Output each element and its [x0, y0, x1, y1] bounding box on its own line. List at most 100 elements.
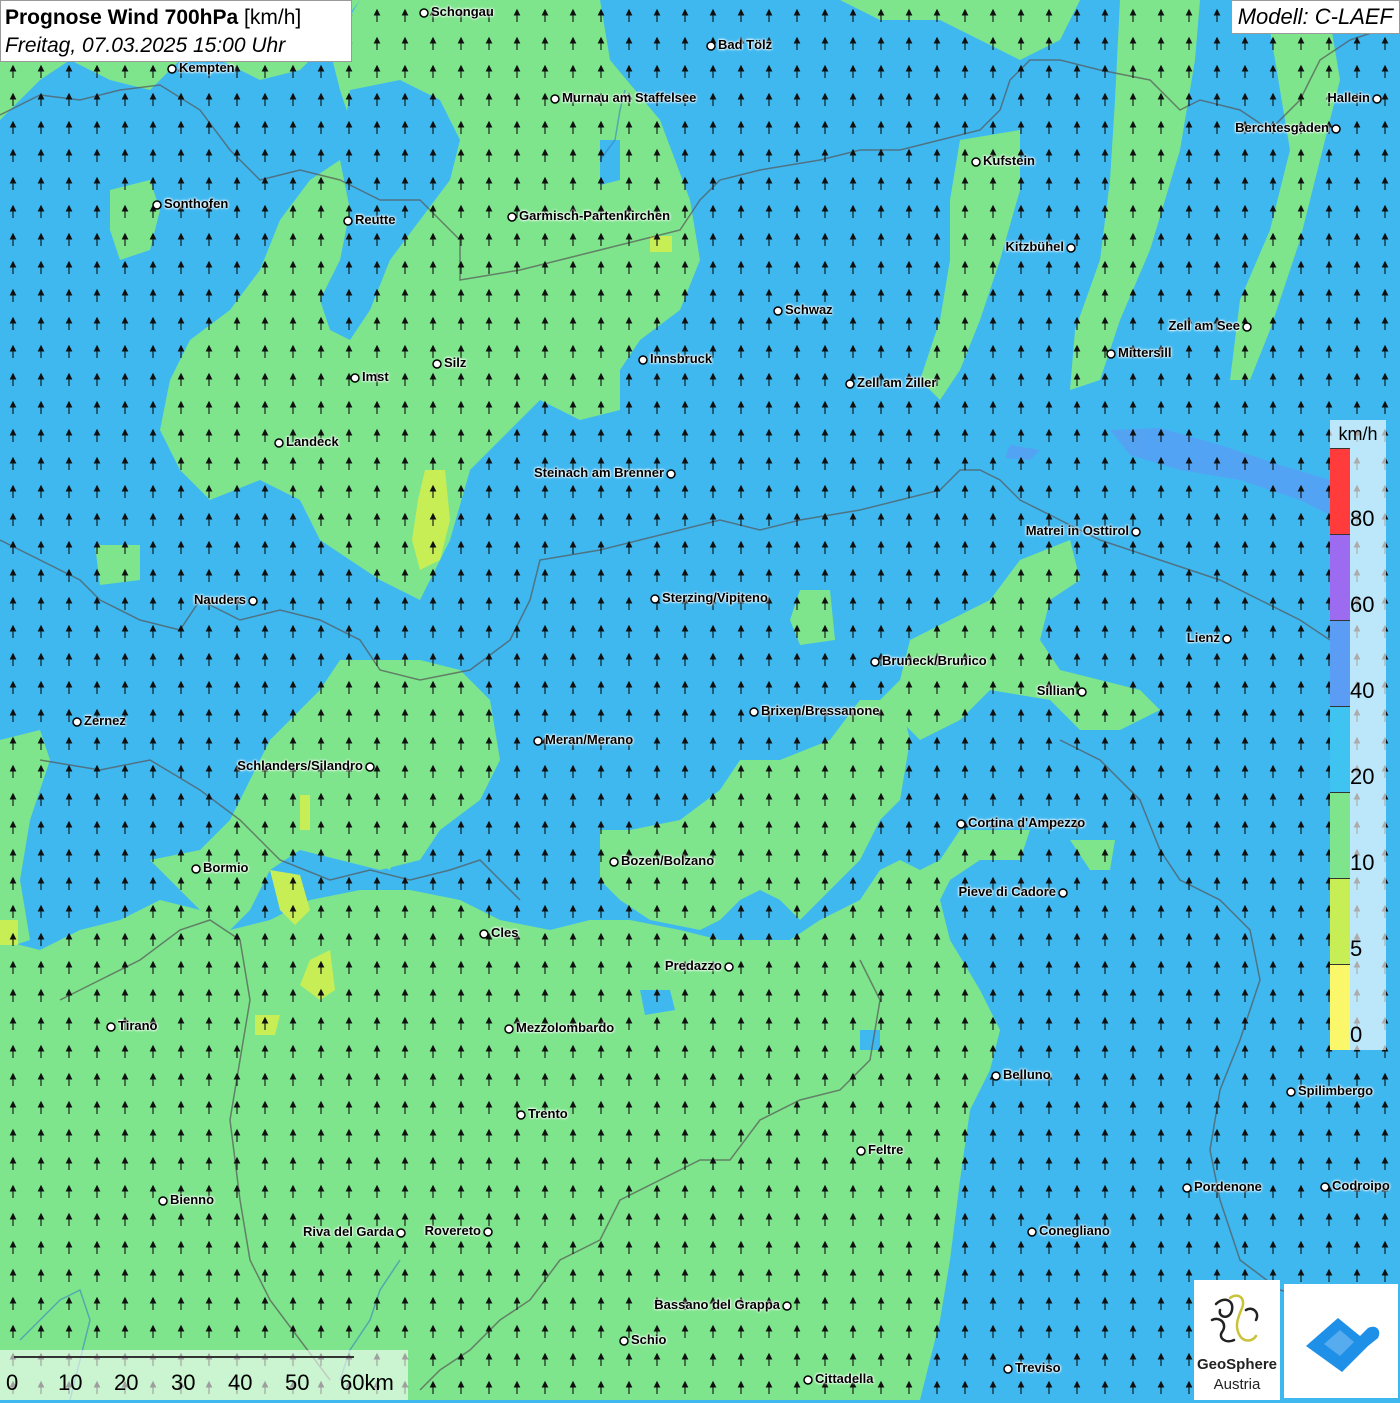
city-marker [749, 707, 759, 717]
city-label: Zell am See [1168, 318, 1240, 333]
map-title: Prognose Wind 700hPa [km/h] [5, 4, 347, 32]
scale-tick-label: 30 [171, 1370, 196, 1395]
city-marker [1131, 527, 1141, 537]
legend-color-step [1330, 534, 1350, 620]
city-marker [1058, 888, 1068, 898]
city-label: Belluno [1003, 1067, 1051, 1082]
city-marker [724, 962, 734, 972]
city-marker [650, 594, 660, 604]
city-marker [248, 596, 258, 606]
city-marker [1242, 322, 1252, 332]
city-label: Innsbruck [650, 351, 713, 366]
city-label: Conegliano [1039, 1223, 1110, 1238]
city-marker [533, 736, 543, 746]
city-label: Garmisch-Partenkirchen [519, 208, 671, 223]
city-label: Schio [631, 1332, 667, 1347]
city-label: Zell am Ziller [857, 375, 937, 390]
scale-tick-label: 40 [228, 1370, 253, 1395]
city-label: Zernez [84, 713, 126, 728]
city-label: Lienz [1186, 630, 1220, 645]
city-marker [152, 200, 162, 210]
legend-color-step [1330, 620, 1350, 706]
city-marker [106, 1022, 116, 1032]
city-label: Predazzo [664, 958, 722, 973]
city-marker [1372, 94, 1382, 104]
geosphere-logo-icon [1210, 1294, 1259, 1343]
scale-tick-label: 10 [58, 1370, 83, 1395]
legend-color-step [1330, 964, 1350, 1050]
scale-tick-label: 20 [114, 1370, 139, 1395]
city-marker [396, 1228, 406, 1238]
city-label: Feltre [868, 1142, 904, 1157]
city-marker [782, 1301, 792, 1311]
legend-value-label: 80 [1350, 506, 1375, 531]
city-marker [1331, 124, 1341, 134]
city-marker [666, 469, 676, 479]
city-marker [706, 41, 716, 51]
city-label: Nauders [193, 592, 246, 607]
legend-value-label: 10 [1350, 850, 1375, 875]
city-marker [856, 1146, 866, 1156]
city-marker [1286, 1087, 1296, 1097]
city-label: Kempten [179, 60, 235, 75]
city-marker [1222, 634, 1232, 644]
model-label: Modell: C-LAEF [1230, 0, 1400, 34]
legend-color-step [1330, 792, 1350, 878]
city-marker [773, 306, 783, 316]
scale-tick-label: 50 [285, 1370, 310, 1395]
city-marker [343, 216, 353, 226]
city-label: Silz [444, 355, 467, 370]
city-label: Sterzing/Vipiteno [662, 590, 768, 605]
city-marker [432, 359, 442, 369]
city-label: Berchtesgaden [1235, 120, 1329, 135]
city-label: Cittadella [815, 1371, 874, 1386]
city-label: Sillian [1036, 683, 1075, 698]
legend-bar [1330, 448, 1350, 1050]
city-marker [274, 438, 284, 448]
scale-line [14, 1356, 354, 1358]
city-marker [971, 157, 981, 167]
city-label: Bienno [170, 1192, 215, 1207]
title-unit: [km/h] [244, 6, 302, 29]
logo-name-1: GeoSphere [1196, 1356, 1278, 1373]
city-marker [619, 1336, 629, 1346]
scale-tick-label: 60km [340, 1370, 394, 1395]
legend-value-label: 20 [1350, 764, 1375, 789]
title-box: Prognose Wind 700hPa [km/h] Freitag, 07.… [0, 0, 352, 62]
title-main: Prognose Wind 700hPa [5, 6, 239, 29]
city-marker [803, 1375, 813, 1385]
legend-value-label: 0 [1350, 1022, 1363, 1047]
city-marker [550, 94, 560, 104]
color-legend: km/h 80 60 40 20 10 5 0 [1330, 420, 1386, 1050]
city-label: Bormio [203, 860, 249, 875]
city-label: Matrei in Osttirol [1025, 523, 1129, 538]
city-label: Bassano del Grappa [654, 1297, 780, 1312]
city-marker [350, 373, 360, 383]
city-marker [1106, 349, 1116, 359]
city-marker [1182, 1183, 1192, 1193]
city-label: Landeck [286, 434, 339, 449]
city-marker [419, 8, 429, 18]
city-marker [1003, 1364, 1013, 1374]
legend-color-step [1330, 878, 1350, 964]
city-marker [191, 864, 201, 874]
geosphere-logo[interactable]: GeoSphere Austria [1194, 1280, 1280, 1400]
city-label: Bad Tölz [718, 37, 773, 52]
city-label: Meran/Merano [545, 732, 634, 747]
city-label: Sonthofen [164, 196, 229, 211]
city-marker [483, 1227, 493, 1237]
city-marker [158, 1196, 168, 1206]
city-marker [1066, 243, 1076, 253]
legend-color-step [1330, 448, 1350, 534]
city-label: Kufstein [983, 153, 1035, 168]
city-marker [507, 212, 517, 222]
city-label: Bozen/Bolzano [621, 853, 715, 868]
city-label: Spilimbergo [1298, 1083, 1374, 1098]
city-label: Cles [491, 925, 519, 940]
city-label: Pieve di Cadore [958, 884, 1056, 899]
city-marker [609, 857, 619, 867]
city-label: Pordenone [1194, 1179, 1262, 1194]
city-label: Murnau am Staffelsee [562, 90, 697, 105]
city-label: Hallein [1327, 90, 1370, 105]
app-logo[interactable] [1284, 1284, 1398, 1398]
